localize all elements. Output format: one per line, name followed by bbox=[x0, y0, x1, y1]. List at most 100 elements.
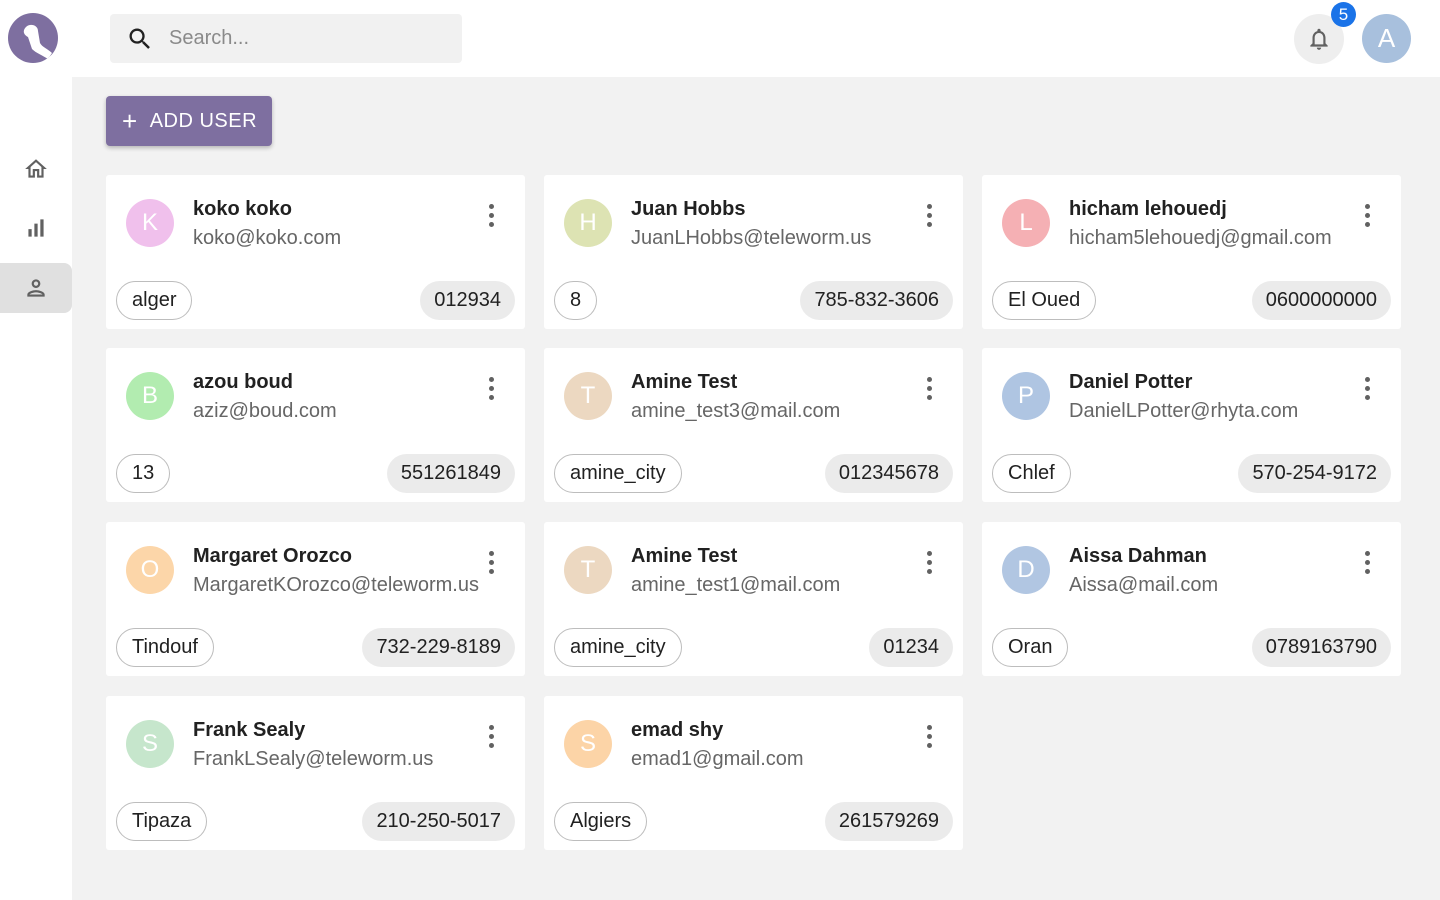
user-card-city-chip: amine_city bbox=[554, 628, 682, 667]
more-options-icon[interactable] bbox=[1355, 548, 1379, 576]
person-icon bbox=[27, 279, 45, 297]
dot bbox=[1364, 394, 1370, 400]
user-card-email: DanielLPotter@rhyta.com bbox=[1069, 400, 1299, 422]
dot bbox=[488, 385, 494, 391]
user-card-email: Aissa@mail.com bbox=[1069, 574, 1219, 596]
search-box[interactable] bbox=[110, 14, 462, 63]
dot bbox=[488, 559, 494, 565]
user-card-avatar: K bbox=[126, 199, 174, 247]
dot bbox=[926, 376, 932, 382]
dot bbox=[488, 203, 494, 209]
more-options-icon[interactable] bbox=[479, 722, 503, 750]
user-card-name: Juan Hobbs bbox=[631, 198, 746, 220]
user-card-avatar: O bbox=[126, 546, 174, 594]
dot bbox=[488, 724, 494, 730]
user-card[interactable]: D Aissa Dahman Aissa@mail.com Oran 07891… bbox=[982, 522, 1401, 676]
home-icon bbox=[25, 159, 47, 178]
user-card-phone-chip: 261579269 bbox=[824, 802, 953, 841]
top-bar: 5 A bbox=[72, 0, 1440, 77]
dot bbox=[926, 559, 932, 565]
more-options-icon[interactable] bbox=[479, 374, 503, 402]
dot bbox=[926, 724, 932, 730]
more-options-icon[interactable] bbox=[917, 201, 941, 229]
nav-stats[interactable] bbox=[0, 203, 72, 253]
user-card-name: Daniel Potter bbox=[1069, 371, 1193, 393]
user-card[interactable]: S emad shy emad1@gmail.com Algiers 26157… bbox=[544, 696, 963, 850]
more-options-icon[interactable] bbox=[917, 722, 941, 750]
user-card-avatar: T bbox=[564, 546, 612, 594]
user-card-city-chip: amine_city bbox=[554, 454, 682, 493]
dot bbox=[926, 394, 932, 400]
user-card-email: koko@koko.com bbox=[193, 227, 342, 249]
user-card-email: JuanLHobbs@teleworm.us bbox=[631, 227, 872, 249]
user-card[interactable]: L hicham lehouedj hicham5lehouedj@gmail.… bbox=[982, 175, 1401, 329]
user-avatar[interactable]: A bbox=[1362, 14, 1411, 63]
bar-chart-icon bbox=[28, 219, 44, 237]
dot bbox=[488, 733, 494, 739]
search-icon bbox=[126, 25, 154, 53]
more-options-icon[interactable] bbox=[479, 548, 503, 576]
main-content: + ADD USER K koko koko koko@koko.com alg… bbox=[72, 77, 1440, 900]
user-card-city-chip: Algiers bbox=[554, 802, 648, 841]
dot bbox=[488, 212, 494, 218]
user-card-city-chip: Oran bbox=[992, 628, 1069, 667]
more-options-icon[interactable] bbox=[1355, 374, 1379, 402]
user-card[interactable]: O Margaret Orozco MargaretKOrozco@telewo… bbox=[106, 522, 525, 676]
user-card-avatar: T bbox=[564, 372, 612, 420]
search-input[interactable] bbox=[169, 27, 439, 50]
dot bbox=[1364, 203, 1370, 209]
user-card[interactable]: H Juan Hobbs JuanLHobbs@teleworm.us 8 78… bbox=[544, 175, 963, 329]
more-options-icon[interactable] bbox=[1355, 201, 1379, 229]
user-card-avatar: S bbox=[126, 720, 174, 768]
dot bbox=[488, 376, 494, 382]
dot bbox=[926, 385, 932, 391]
nav-home[interactable] bbox=[0, 144, 72, 194]
more-options-icon[interactable] bbox=[479, 201, 503, 229]
bell-icon bbox=[1310, 28, 1328, 50]
notification-count-badge: 5 bbox=[1331, 2, 1356, 27]
user-card[interactable]: T Amine Test amine_test3@mail.com amine_… bbox=[544, 348, 963, 502]
user-card-phone-chip: 210-250-5017 bbox=[362, 802, 515, 841]
user-card-name: emad shy bbox=[631, 719, 724, 741]
dot bbox=[1364, 550, 1370, 556]
nav-users[interactable] bbox=[0, 263, 72, 313]
user-card-phone-chip: 0789163790 bbox=[1251, 628, 1391, 667]
dot bbox=[488, 742, 494, 748]
more-options-icon[interactable] bbox=[917, 374, 941, 402]
dot bbox=[926, 568, 932, 574]
user-card-email: amine_test1@mail.com bbox=[631, 574, 841, 596]
dot bbox=[1364, 559, 1370, 565]
user-card-city-chip: Tindouf bbox=[116, 628, 214, 667]
user-card-city-chip: Tipaza bbox=[116, 802, 208, 841]
user-card-city-chip: Chlef bbox=[992, 454, 1071, 493]
user-card[interactable]: B azou boud aziz@boud.com 13 551261849 bbox=[106, 348, 525, 502]
user-card-name: Margaret Orozco bbox=[193, 545, 352, 567]
user-card-phone-chip: 551261849 bbox=[386, 454, 515, 493]
more-options-icon[interactable] bbox=[917, 548, 941, 576]
add-user-button[interactable]: + ADD USER bbox=[106, 96, 272, 146]
user-card-avatar: L bbox=[1002, 199, 1050, 247]
user-card[interactable]: T Amine Test amine_test1@mail.com amine_… bbox=[544, 522, 963, 676]
user-card-city-chip: alger bbox=[116, 281, 193, 320]
dot bbox=[488, 221, 494, 227]
user-card[interactable]: K koko koko koko@koko.com alger 012934 bbox=[106, 175, 525, 329]
dot bbox=[926, 221, 932, 227]
user-card-phone-chip: 01234 bbox=[869, 628, 953, 667]
dot bbox=[1364, 385, 1370, 391]
user-card[interactable]: P Daniel Potter DanielLPotter@rhyta.com … bbox=[982, 348, 1401, 502]
user-card-email: MargaretKOrozco@teleworm.us bbox=[193, 574, 479, 596]
app-logo[interactable] bbox=[8, 13, 58, 63]
user-card-name: Amine Test bbox=[631, 545, 738, 567]
user-card-avatar: P bbox=[1002, 372, 1050, 420]
add-user-label: ADD USER bbox=[149, 109, 258, 132]
dot bbox=[926, 203, 932, 209]
dot bbox=[926, 550, 932, 556]
dot bbox=[1364, 221, 1370, 227]
dot bbox=[488, 550, 494, 556]
user-card-avatar: H bbox=[564, 199, 612, 247]
user-card-name: koko koko bbox=[193, 198, 292, 220]
user-card-city-chip: 8 bbox=[554, 281, 598, 320]
user-card-name: hicham lehouedj bbox=[1069, 198, 1227, 220]
user-card-email: emad1@gmail.com bbox=[631, 748, 804, 770]
user-card[interactable]: S Frank Sealy FrankLSealy@teleworm.us Ti… bbox=[106, 696, 525, 850]
